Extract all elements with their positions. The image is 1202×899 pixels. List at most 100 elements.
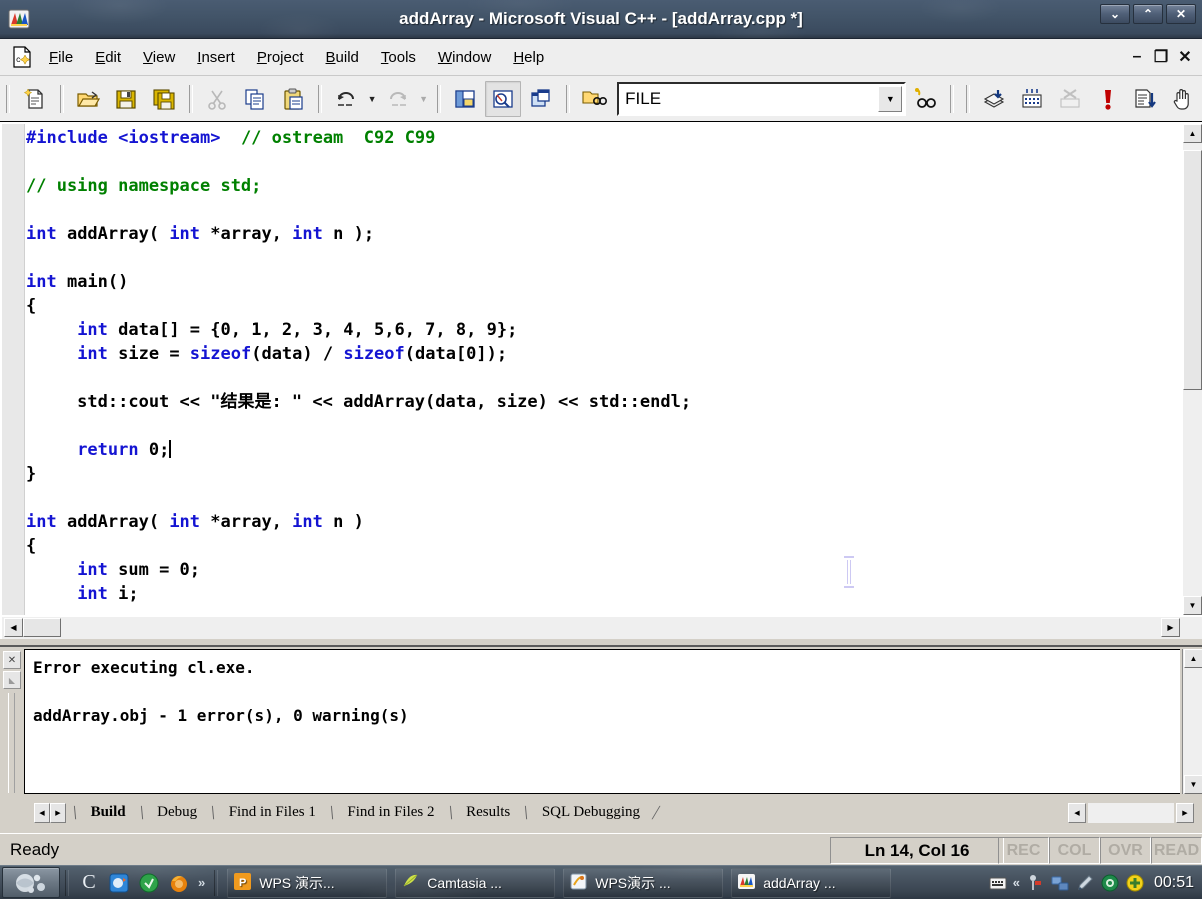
chrome-c-icon[interactable]: C: [74, 868, 104, 898]
minimize-window-button[interactable]: ⌄: [1100, 4, 1130, 24]
menu-file[interactable]: File: [40, 45, 82, 70]
editor-horizontal-scrollbar[interactable]: ◀ ▶: [2, 616, 1202, 639]
code-line: int sum = 0;: [26, 558, 1182, 582]
menu-build[interactable]: Build: [317, 45, 368, 70]
cut-scissors-icon[interactable]: [200, 81, 236, 117]
output-tab-results[interactable]: Results: [453, 803, 523, 823]
new-text-file-icon[interactable]: [17, 81, 53, 117]
find-in-files-icon[interactable]: [577, 81, 613, 117]
taskbar-item-addarray[interactable]: addArray ...: [731, 867, 892, 898]
title-bar[interactable]: addArray - Microsoft Visual C++ - [addAr…: [0, 0, 1202, 39]
taskbar-item-wps-presentation[interactable]: P WPS 演示...: [227, 867, 388, 898]
save-icon[interactable]: [108, 81, 144, 117]
output-hscroll-track[interactable]: [1088, 803, 1174, 823]
mdi-restore-button[interactable]: ❐: [1150, 47, 1172, 67]
output-hscroll-left-button[interactable]: ◀: [1068, 803, 1086, 823]
compile-icon[interactable]: [977, 81, 1013, 117]
output-text[interactable]: Error executing cl.exe. addArray.obj - 1…: [24, 649, 1180, 794]
menu-edit[interactable]: Edit: [86, 45, 130, 70]
code-text: 0;: [138, 440, 170, 460]
execute-program-icon[interactable]: [1090, 81, 1126, 117]
green-shield-icon[interactable]: [1100, 873, 1120, 893]
go-debug-icon[interactable]: [1128, 81, 1164, 117]
window-list-icon[interactable]: [523, 81, 559, 117]
close-window-button[interactable]: ✕: [1166, 4, 1196, 24]
editor-hscroll-thumb[interactable]: [23, 618, 61, 637]
mdi-minimize-button[interactable]: –: [1126, 48, 1148, 66]
menu-view[interactable]: View: [134, 45, 184, 70]
editor-selection-margin[interactable]: [2, 124, 25, 615]
blue-app-icon[interactable]: [104, 868, 134, 898]
menu-insert[interactable]: Insert: [188, 45, 244, 70]
pen-tray-icon[interactable]: [1075, 873, 1095, 893]
menu-tools[interactable]: Tools: [372, 45, 425, 70]
menu-window[interactable]: Window: [429, 45, 500, 70]
paste-clipboard-icon[interactable]: [275, 81, 311, 117]
editor-vscroll-thumb[interactable]: [1183, 150, 1202, 390]
code-line: {: [26, 534, 1182, 558]
taskbar-clock[interactable]: 00:51: [1154, 874, 1194, 892]
output-tab-sql-debugging[interactable]: SQL Debugging: [529, 803, 653, 823]
window-title: addArray - Microsoft Visual C++ - [addAr…: [399, 9, 803, 28]
editor-scroll-down-button[interactable]: ▼: [1183, 596, 1202, 615]
copy-icon[interactable]: [237, 81, 273, 117]
code-keyword: sizeof: [343, 344, 405, 364]
network-icon[interactable]: [1050, 873, 1070, 893]
start-orb-icon[interactable]: [2, 867, 60, 898]
mdi-window-controls: – ❐ ✕: [1126, 39, 1196, 75]
output-vertical-scrollbar[interactable]: ▲ ▼: [1182, 649, 1202, 794]
tray-overflow-chevron[interactable]: «: [1013, 875, 1020, 890]
code-text-area[interactable]: #include <iostream> // ostream C92 C99 /…: [26, 126, 1182, 615]
workspace-window-icon[interactable]: [448, 81, 484, 117]
keyboard-ime-icon[interactable]: [988, 873, 1008, 893]
output-close-button[interactable]: ✕: [3, 651, 21, 669]
output-tab-find-in-files-1[interactable]: Find in Files 1: [216, 803, 329, 823]
code-editor-pane[interactable]: #include <iostream> // ostream C92 C99 /…: [0, 121, 1202, 639]
undo-dropdown-arrow[interactable]: ▼: [365, 82, 379, 116]
output-tab-prev-button[interactable]: ◀: [34, 803, 50, 823]
output-tab-next-button[interactable]: ▶: [50, 803, 66, 823]
insert-breakpoint-hand-icon[interactable]: [1165, 81, 1201, 117]
open-folder-icon[interactable]: [71, 81, 107, 117]
menu-project[interactable]: Project: [248, 45, 313, 70]
code-line: return 0;: [26, 438, 1182, 462]
output-collapse-button[interactable]: ◣: [3, 671, 21, 689]
editor-scroll-left-button[interactable]: ◀: [4, 618, 23, 637]
windows-taskbar: C » P WPS 演示... Camtasia ... WPS演示 ... a…: [0, 865, 1202, 899]
find-binoculars-icon[interactable]: [907, 81, 943, 117]
taskbar-item-camtasia[interactable]: Camtasia ...: [395, 867, 556, 898]
yellow-plus-icon[interactable]: [1125, 873, 1145, 893]
quicklaunch-overflow-chevron[interactable]: »: [194, 875, 209, 890]
output-window-icon[interactable]: [485, 80, 521, 117]
editor-scroll-right-button[interactable]: ▶: [1161, 618, 1180, 637]
stop-build-icon[interactable]: [1052, 81, 1088, 117]
code-line: int i;: [26, 582, 1182, 606]
output-scroll-up-button[interactable]: ▲: [1184, 649, 1202, 668]
output-scroll-down-button[interactable]: ▼: [1184, 775, 1202, 794]
save-all-icon[interactable]: [146, 81, 182, 117]
output-tab-debug[interactable]: Debug: [144, 803, 210, 823]
taskbar-item-wps-doc[interactable]: WPS演示 ...: [563, 867, 724, 898]
find-combo-arrow[interactable]: ▼: [878, 85, 903, 112]
maximize-window-button[interactable]: ⌃: [1133, 4, 1163, 24]
pin-tray-icon[interactable]: [1025, 873, 1045, 893]
output-tab-find-in-files-2[interactable]: Find in Files 2: [334, 803, 447, 823]
redo-dropdown-arrow[interactable]: ▼: [417, 82, 431, 116]
undo-icon[interactable]: [329, 81, 365, 117]
output-pane-grip[interactable]: [8, 693, 15, 793]
find-combo[interactable]: FILE ▼: [617, 81, 907, 116]
green-circle-icon[interactable]: [134, 868, 164, 898]
editor-scroll-up-button[interactable]: ▲: [1183, 124, 1202, 143]
firefox-icon[interactable]: [164, 868, 194, 898]
editor-vertical-scrollbar[interactable]: ▲ ▼: [1182, 124, 1202, 615]
vc-app-icon: [6, 6, 32, 32]
output-hscroll-right-button[interactable]: ▶: [1176, 803, 1194, 823]
output-tab-build[interactable]: Build: [78, 803, 139, 823]
build-icon[interactable]: [1015, 81, 1051, 117]
menu-help[interactable]: Help: [504, 45, 553, 70]
mdi-close-button[interactable]: ✕: [1174, 47, 1196, 67]
redo-icon[interactable]: [380, 81, 416, 117]
